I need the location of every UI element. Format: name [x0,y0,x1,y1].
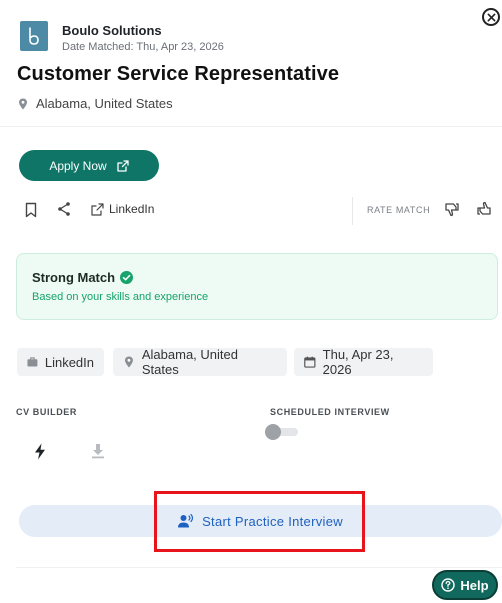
cv-generate-button[interactable] [34,443,46,460]
thumbs-down-icon [445,203,459,217]
check-circle-icon [120,271,134,284]
map-pin-icon [124,356,133,368]
person-speaking-icon [178,514,194,528]
rate-match-label: RATE MATCH [367,205,431,215]
match-title: Strong Match [32,270,134,285]
match-card: Strong Match Based on your skills and ex… [16,253,498,320]
cv-download-button[interactable] [91,443,105,459]
location-chip: Alabama, United States [113,347,287,377]
download-icon [92,444,104,459]
job-location-text: Alabama, United States [36,96,173,111]
toggle-knob [265,424,281,440]
calendar-icon [304,356,316,368]
date-chip-label: Thu, Apr 23, 2026 [322,347,394,377]
job-location: Alabama, United States [18,96,173,111]
briefcase-icon [27,357,38,367]
linkedin-link-label: LinkedIn [109,202,155,216]
date-chip: Thu, Apr 23, 2026 [294,347,433,377]
match-subtitle: Based on your skills and experience [32,291,209,303]
linkedin-link[interactable]: LinkedIn [91,202,154,216]
start-practice-interview-button[interactable]: Start Practice Interview [19,505,502,537]
practice-interview-label: Start Practice Interview [202,513,343,529]
company-name: Boulo Solutions [62,23,162,38]
bottom-divider [16,567,502,568]
help-circle-icon [441,578,456,592]
bookmark-icon [25,202,37,218]
help-button[interactable]: Help [432,570,498,600]
lightning-bolt-icon [35,443,45,460]
date-matched: Date Matched: Thu, Apr 23, 2026 [62,41,224,53]
external-link-icon [117,159,129,172]
help-label: Help [460,577,489,593]
cv-builder-label: CV BUILDER [16,407,78,417]
thumbs-down-button[interactable] [444,201,460,217]
thumbs-up-button[interactable] [476,201,492,217]
match-title-text: Strong Match [32,270,116,285]
scheduled-interview-label: SCHEDULED INTERVIEW [270,407,390,417]
job-title: Customer Service Representative [17,63,340,85]
share-icon [58,202,70,216]
scheduled-interview-toggle[interactable] [265,424,298,440]
map-pin-icon [19,98,27,109]
company-logo-icon [29,27,39,45]
apply-now-label: Apply Now [49,158,107,173]
toolbar-divider [352,197,353,225]
bookmark-button[interactable] [24,202,38,218]
share-button[interactable] [56,201,72,217]
thumbs-up-icon [477,201,491,215]
source-chip-label: LinkedIn [44,354,94,370]
source-chip: LinkedIn [17,348,104,376]
job-header: Boulo Solutions Date Matched: Thu, Apr 2… [0,0,502,127]
company-logo [20,21,48,51]
apply-now-button[interactable]: Apply Now [19,150,159,181]
external-link-icon [91,202,104,216]
location-chip-label: Alabama, United States [141,347,238,377]
